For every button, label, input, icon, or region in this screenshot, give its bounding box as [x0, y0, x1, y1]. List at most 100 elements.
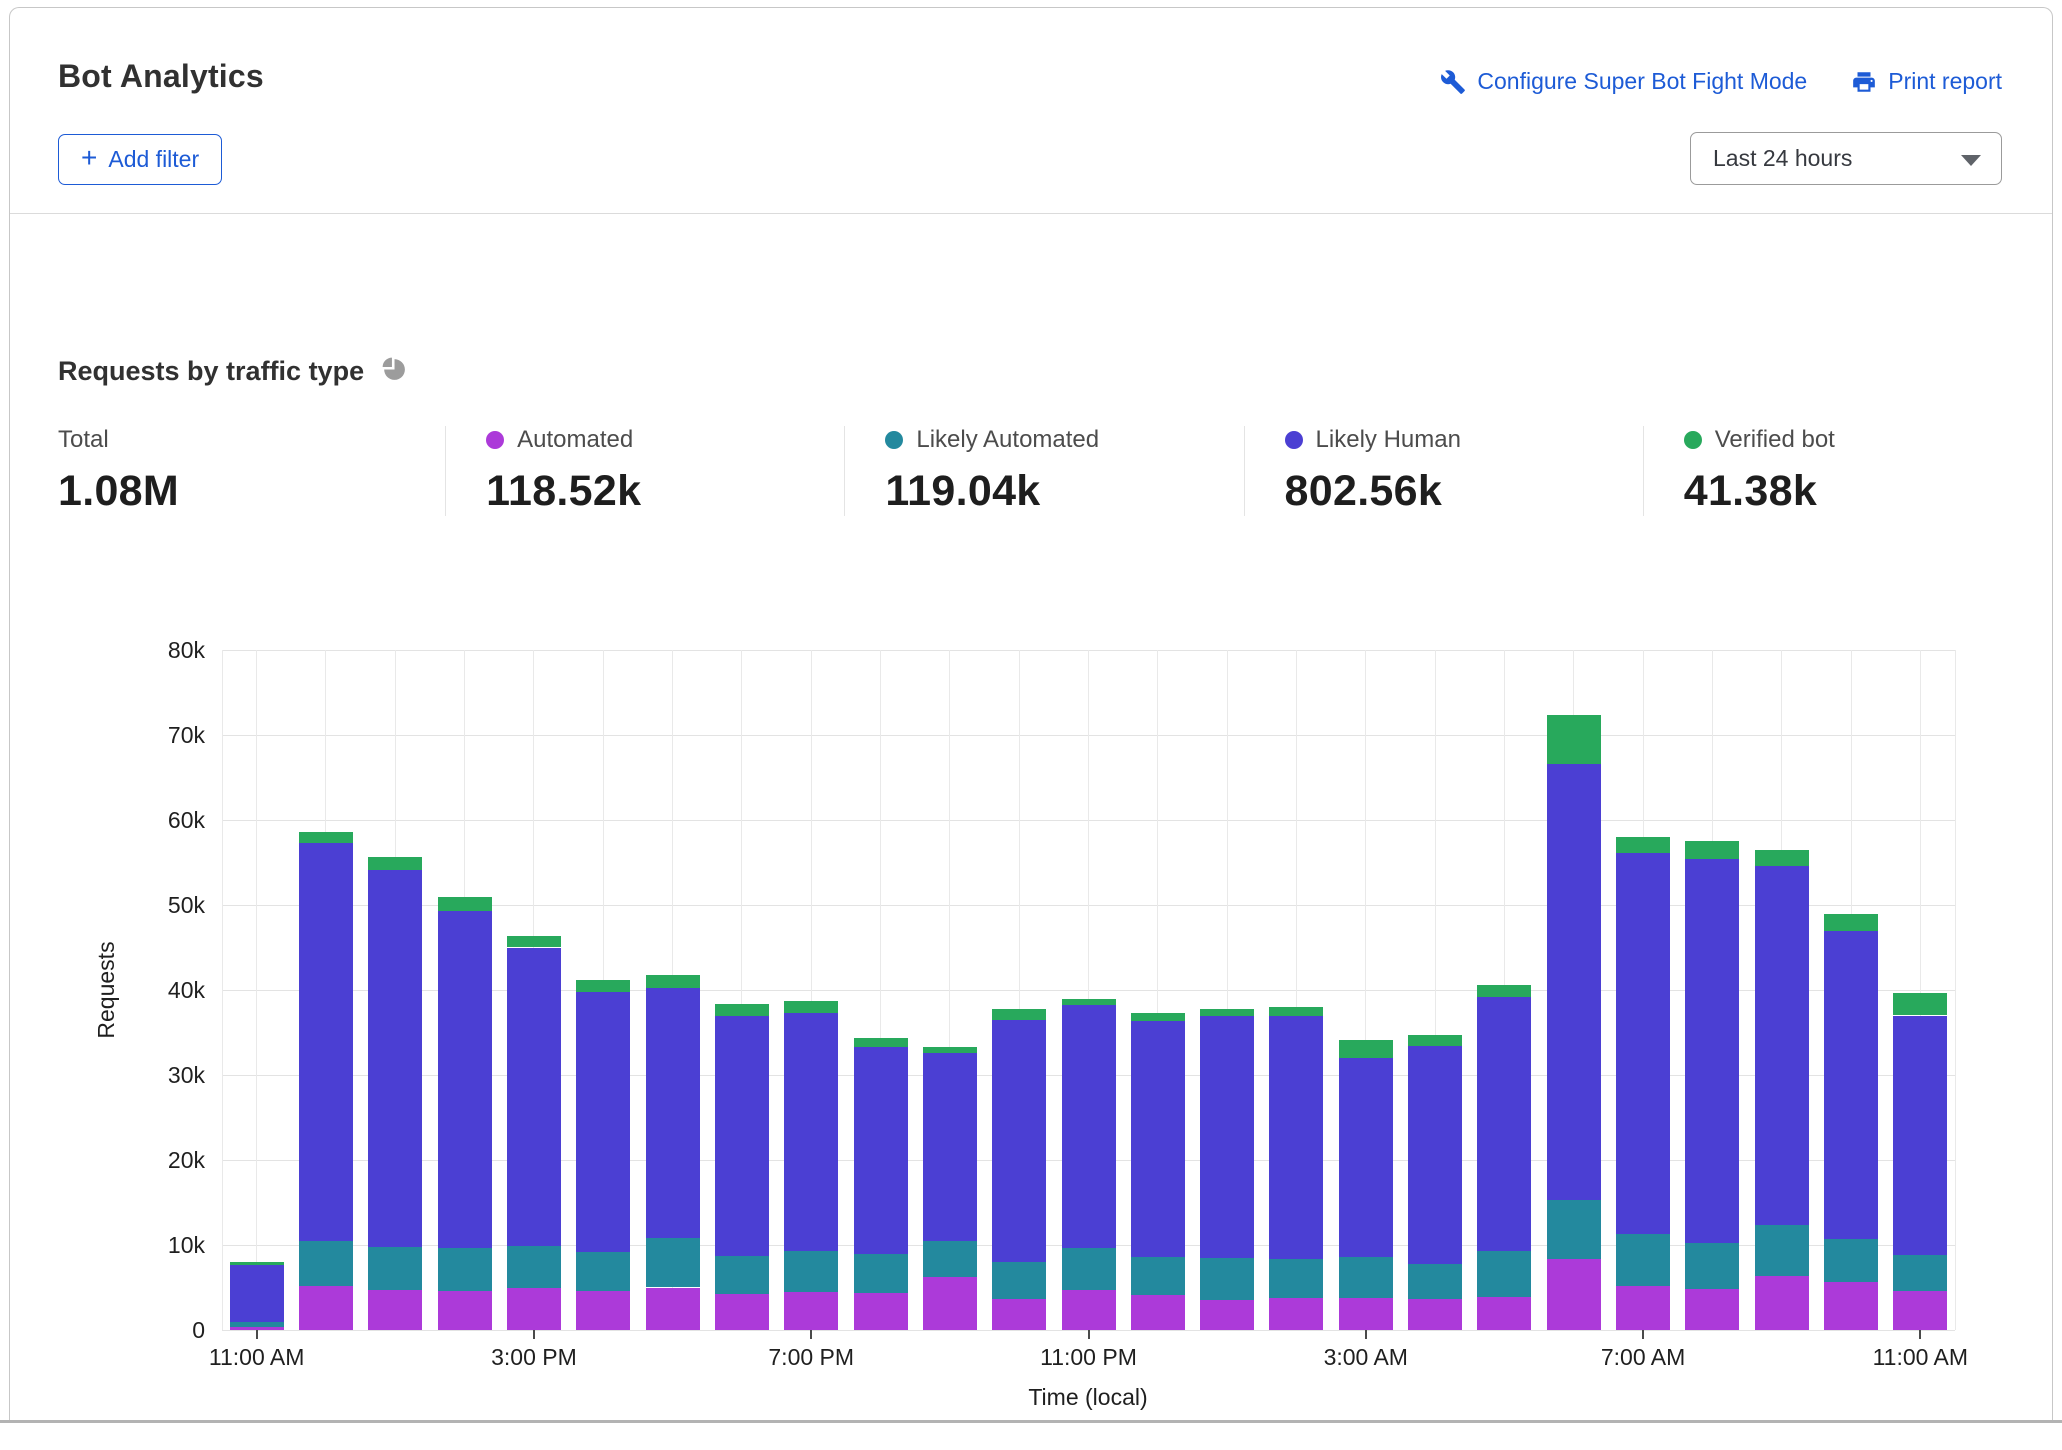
bar-segment-likely-human[interactable]: [1477, 997, 1531, 1251]
bar-segment-likely-automated[interactable]: [992, 1262, 1046, 1299]
bar-segment-likely-automated[interactable]: [1200, 1258, 1254, 1301]
bar-segment-verified-bot[interactable]: [1616, 837, 1670, 853]
bar-segment-automated[interactable]: [1824, 1282, 1878, 1330]
bar-segment-likely-human[interactable]: [1200, 1016, 1254, 1257]
bar-segment-automated[interactable]: [230, 1327, 284, 1330]
bar-segment-automated[interactable]: [507, 1288, 561, 1330]
bar-segment-verified-bot[interactable]: [1893, 993, 1947, 1015]
bar-segment-likely-automated[interactable]: [1616, 1234, 1670, 1286]
bar-segment-verified-bot[interactable]: [1062, 999, 1116, 1006]
bar-segment-likely-human[interactable]: [230, 1265, 284, 1323]
bar-segment-likely-human[interactable]: [1269, 1016, 1323, 1258]
bar-segment-verified-bot[interactable]: [299, 832, 353, 843]
bar-segment-verified-bot[interactable]: [715, 1004, 769, 1016]
configure-sbfm-link[interactable]: Configure Super Bot Fight Mode: [1440, 68, 1807, 95]
bar-segment-likely-human[interactable]: [1824, 931, 1878, 1240]
bar-segment-verified-bot[interactable]: [1547, 715, 1601, 764]
bar-segment-automated[interactable]: [1477, 1297, 1531, 1330]
bar-segment-likely-automated[interactable]: [576, 1252, 630, 1291]
bar-segment-likely-automated[interactable]: [1477, 1251, 1531, 1297]
bar-segment-verified-bot[interactable]: [1269, 1007, 1323, 1016]
bar-segment-verified-bot[interactable]: [230, 1262, 284, 1265]
bar-segment-automated[interactable]: [1131, 1295, 1185, 1330]
bar-segment-likely-human[interactable]: [299, 843, 353, 1241]
bar-segment-automated[interactable]: [299, 1286, 353, 1330]
bar-segment-likely-human[interactable]: [576, 992, 630, 1252]
bar-segment-verified-bot[interactable]: [368, 857, 422, 871]
bar-segment-automated[interactable]: [1200, 1300, 1254, 1330]
bar-segment-automated[interactable]: [576, 1291, 630, 1330]
bar-segment-automated[interactable]: [1893, 1291, 1947, 1330]
bar-segment-likely-automated[interactable]: [1685, 1243, 1739, 1289]
bar-segment-likely-human[interactable]: [1339, 1058, 1393, 1257]
bar-segment-automated[interactable]: [923, 1277, 977, 1330]
bar-segment-automated[interactable]: [438, 1291, 492, 1330]
bar-segment-likely-automated[interactable]: [715, 1256, 769, 1294]
add-filter-button[interactable]: + Add filter: [58, 134, 222, 185]
bar-segment-verified-bot[interactable]: [646, 975, 700, 989]
bar-segment-automated[interactable]: [1269, 1298, 1323, 1330]
bar-segment-likely-human[interactable]: [784, 1013, 838, 1251]
bar-segment-likely-automated[interactable]: [1893, 1255, 1947, 1291]
bar-segment-likely-human[interactable]: [438, 911, 492, 1248]
bar-segment-likely-human[interactable]: [368, 870, 422, 1247]
bar-segment-verified-bot[interactable]: [1685, 841, 1739, 859]
print-report-link[interactable]: Print report: [1851, 68, 2002, 95]
bar-segment-likely-automated[interactable]: [1408, 1264, 1462, 1300]
bar-segment-automated[interactable]: [1755, 1276, 1809, 1330]
bar-segment-likely-automated[interactable]: [923, 1241, 977, 1278]
bar-segment-likely-human[interactable]: [1755, 866, 1809, 1226]
bar-segment-likely-automated[interactable]: [1131, 1257, 1185, 1295]
bar-segment-automated[interactable]: [1408, 1299, 1462, 1330]
bar-segment-likely-human[interactable]: [992, 1020, 1046, 1262]
bar-segment-verified-bot[interactable]: [923, 1047, 977, 1053]
bar-segment-likely-human[interactable]: [1616, 853, 1670, 1234]
bar-segment-automated[interactable]: [784, 1292, 838, 1330]
bar-segment-likely-human[interactable]: [1685, 859, 1739, 1243]
bar-segment-likely-automated[interactable]: [854, 1254, 908, 1293]
bar-segment-verified-bot[interactable]: [1408, 1035, 1462, 1046]
bar-segment-automated[interactable]: [368, 1290, 422, 1330]
bar-segment-likely-automated[interactable]: [1755, 1225, 1809, 1276]
bar-segment-automated[interactable]: [715, 1294, 769, 1330]
bar-segment-likely-automated[interactable]: [507, 1246, 561, 1289]
bar-segment-automated[interactable]: [1616, 1286, 1670, 1330]
bar-segment-likely-human[interactable]: [715, 1016, 769, 1256]
bar-segment-verified-bot[interactable]: [854, 1038, 908, 1047]
bar-segment-likely-automated[interactable]: [368, 1247, 422, 1290]
bar-segment-likely-automated[interactable]: [1547, 1200, 1601, 1259]
bar-segment-likely-human[interactable]: [1547, 764, 1601, 1200]
bar-segment-likely-human[interactable]: [923, 1053, 977, 1241]
bar-segment-likely-automated[interactable]: [230, 1322, 284, 1326]
bar-segment-verified-bot[interactable]: [576, 980, 630, 992]
bar-segment-automated[interactable]: [992, 1299, 1046, 1330]
bar-segment-automated[interactable]: [854, 1293, 908, 1330]
time-range-dropdown[interactable]: Last 24 hours: [1690, 132, 2002, 185]
bar-segment-likely-human[interactable]: [1408, 1046, 1462, 1264]
bar-segment-likely-automated[interactable]: [299, 1241, 353, 1286]
bar-segment-verified-bot[interactable]: [1824, 914, 1878, 931]
bar-segment-verified-bot[interactable]: [992, 1009, 1046, 1020]
bar-segment-verified-bot[interactable]: [1339, 1040, 1393, 1058]
bar-segment-likely-human[interactable]: [1893, 1016, 1947, 1256]
bar-segment-likely-automated[interactable]: [1269, 1259, 1323, 1298]
bar-segment-likely-human[interactable]: [646, 988, 700, 1238]
bar-segment-automated[interactable]: [1062, 1290, 1116, 1330]
bar-segment-likely-human[interactable]: [1062, 1005, 1116, 1247]
bar-segment-likely-automated[interactable]: [646, 1238, 700, 1287]
bar-segment-likely-automated[interactable]: [438, 1248, 492, 1291]
bar-segment-likely-human[interactable]: [854, 1047, 908, 1254]
bar-segment-likely-human[interactable]: [507, 948, 561, 1246]
bar-segment-verified-bot[interactable]: [1131, 1013, 1185, 1022]
bar-segment-automated[interactable]: [646, 1288, 700, 1331]
bar-segment-likely-human[interactable]: [1131, 1021, 1185, 1256]
bar-segment-likely-automated[interactable]: [1339, 1257, 1393, 1298]
bar-segment-likely-automated[interactable]: [784, 1251, 838, 1292]
bar-segment-verified-bot[interactable]: [1200, 1009, 1254, 1017]
bar-segment-verified-bot[interactable]: [1755, 850, 1809, 866]
bar-segment-automated[interactable]: [1339, 1298, 1393, 1330]
bar-segment-verified-bot[interactable]: [1477, 985, 1531, 997]
bar-segment-verified-bot[interactable]: [438, 897, 492, 911]
bar-segment-verified-bot[interactable]: [507, 936, 561, 948]
bar-segment-automated[interactable]: [1547, 1259, 1601, 1330]
